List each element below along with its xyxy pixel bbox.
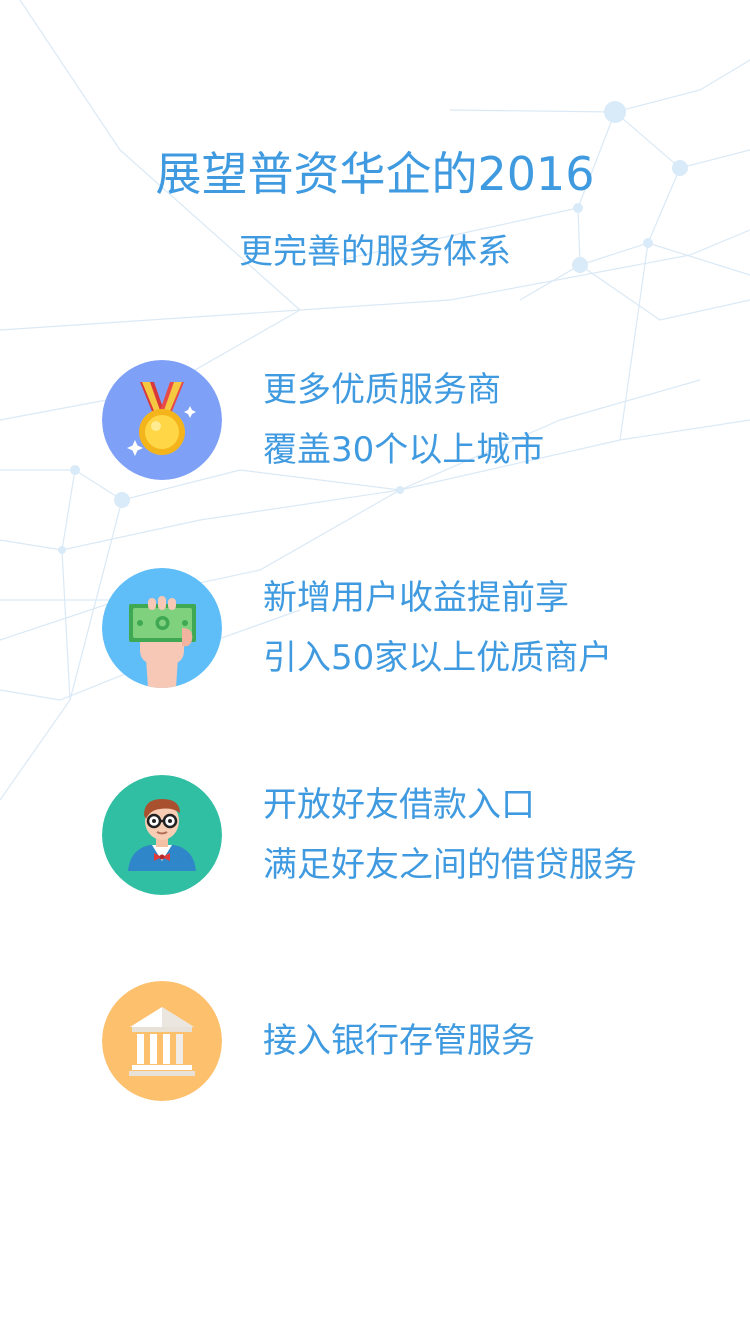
bank-icon (102, 981, 222, 1101)
feature-line: 引入50家以上优质商户 (263, 638, 613, 678)
feature-text: 新增用户收益提前享 引入50家以上优质商户 (263, 568, 703, 688)
person-friend-icon (102, 775, 222, 895)
feature-line: 新增用户收益提前享 (263, 578, 569, 618)
feature-line: 覆盖30个以上城市 (263, 430, 545, 470)
feature-text: 开放好友借款入口 满足好友之间的借贷服务 (263, 775, 703, 895)
feature-line: 接入银行存管服务 (263, 1021, 535, 1061)
medal-icon (102, 360, 222, 480)
page-subtitle: 更完善的服务体系 (239, 232, 511, 272)
feature-item-friend-loans: 开放好友借款入口 满足好友之间的借贷服务 (102, 775, 702, 895)
feature-line: 开放好友借款入口 (263, 785, 535, 825)
feature-line: 满足好友之间的借贷服务 (263, 845, 637, 885)
feature-item-bank-custody: 接入银行存管服务 (102, 981, 702, 1101)
feature-item-user-earnings: 新增用户收益提前享 引入50家以上优质商户 (102, 568, 702, 688)
page-title: 展望普资华企的2016 (155, 147, 595, 201)
feature-item-service-providers: 更多优质服务商 覆盖30个以上城市 (102, 360, 702, 480)
money-hand-icon (102, 568, 222, 688)
feature-text: 接入银行存管服务 (263, 981, 703, 1101)
feature-text: 更多优质服务商 覆盖30个以上城市 (263, 360, 703, 480)
feature-line: 更多优质服务商 (263, 370, 501, 410)
content: 展望普资华企的2016 更完善的服务体系 更多优质服务商 覆盖30个以上城市 新… (0, 0, 750, 1334)
